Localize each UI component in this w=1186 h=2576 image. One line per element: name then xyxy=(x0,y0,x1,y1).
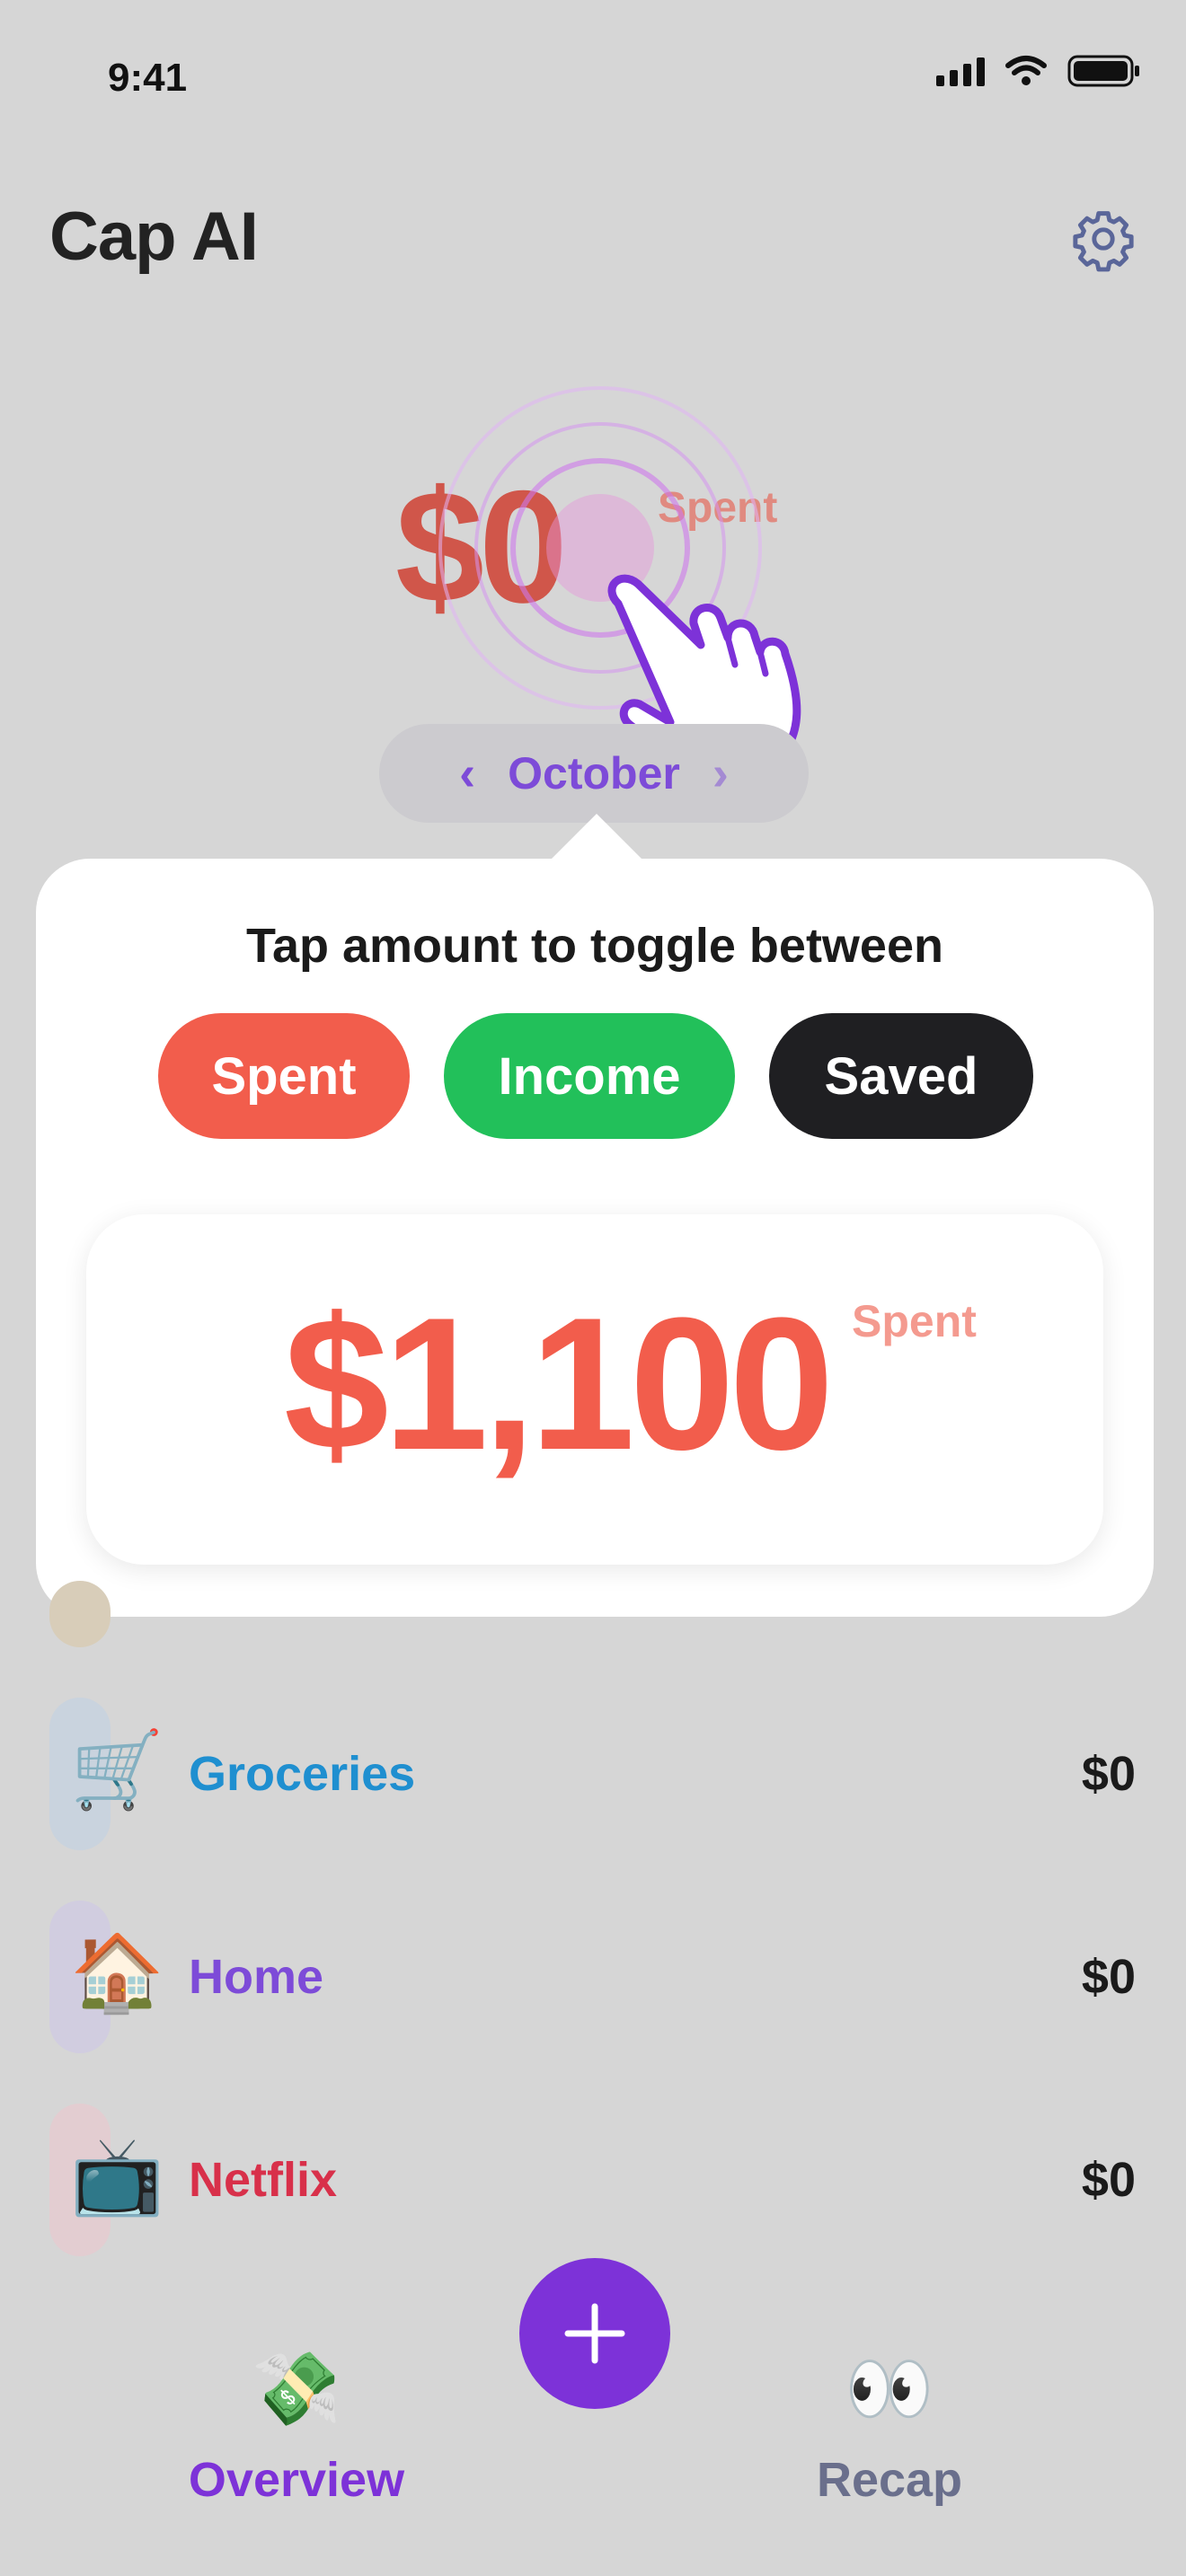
settings-button[interactable] xyxy=(1067,203,1139,275)
wifi-icon xyxy=(1005,56,1047,85)
eyes-icon: 👀 xyxy=(845,2349,934,2429)
cellular-signal-icon xyxy=(936,56,985,86)
saved-badge: Saved xyxy=(769,1013,1033,1139)
chevron-right-icon[interactable]: › xyxy=(712,745,729,801)
nav-overview-label: Overview xyxy=(188,2453,405,2507)
toggle-tip-popup[interactable]: Tap amount to toggle between Spent Incom… xyxy=(36,859,1154,1617)
toggle-options: Spent Income Saved xyxy=(158,1013,1033,1139)
month-picker: ‹ October › xyxy=(379,724,809,823)
category-row-groceries[interactable]: 🛒 Groceries $0 xyxy=(0,1698,1186,1850)
category-name: Netflix xyxy=(189,2153,338,2207)
popup-pointer xyxy=(546,814,647,864)
category-amount: $0 xyxy=(1081,2153,1136,2207)
app-screen: 9:41 Cap AI $0 Spent ‹ October › Tap amo… xyxy=(0,0,1186,2576)
spent-badge: Spent xyxy=(158,1013,410,1139)
television-icon: 📺 xyxy=(70,2133,164,2218)
category-name: Home xyxy=(189,1950,324,2004)
chevron-left-icon[interactable]: ‹ xyxy=(459,745,475,801)
income-badge: Income xyxy=(444,1013,735,1139)
example-amount-card: $1,100 Spent xyxy=(86,1214,1103,1565)
nav-recap-label: Recap xyxy=(816,2453,963,2507)
add-transaction-button[interactable] xyxy=(519,2258,670,2409)
category-row-home[interactable]: 🏠 Home $0 xyxy=(0,1901,1186,2053)
money-with-wings-icon: 💸 xyxy=(252,2349,341,2429)
popup-title: Tap amount to toggle between xyxy=(246,919,943,973)
nav-overview[interactable]: 💸 Overview xyxy=(180,2353,413,2508)
shopping-cart-icon: 🛒 xyxy=(70,1727,164,1812)
category-name: Groceries xyxy=(189,1747,416,1801)
month-label[interactable]: October xyxy=(508,747,680,799)
battery-icon xyxy=(1067,55,1139,87)
category-amount: $0 xyxy=(1081,1747,1136,1801)
gear-icon xyxy=(1073,211,1134,272)
category-pill-hidden xyxy=(49,1581,111,1647)
example-amount: $1,100 xyxy=(284,1278,834,1489)
nav-recap[interactable]: 👀 Recap xyxy=(773,2353,1006,2508)
category-row-netflix[interactable]: 📺 Netflix $0 xyxy=(0,2104,1186,2256)
house-icon: 🏠 xyxy=(70,1930,164,2015)
category-amount: $0 xyxy=(1081,1950,1136,2004)
status-icons xyxy=(936,54,1141,88)
status-time: 9:41 xyxy=(108,56,188,100)
example-amount-label: Spent xyxy=(852,1296,977,1346)
app-title: Cap AI xyxy=(49,198,259,275)
plus-icon xyxy=(564,2303,625,2364)
